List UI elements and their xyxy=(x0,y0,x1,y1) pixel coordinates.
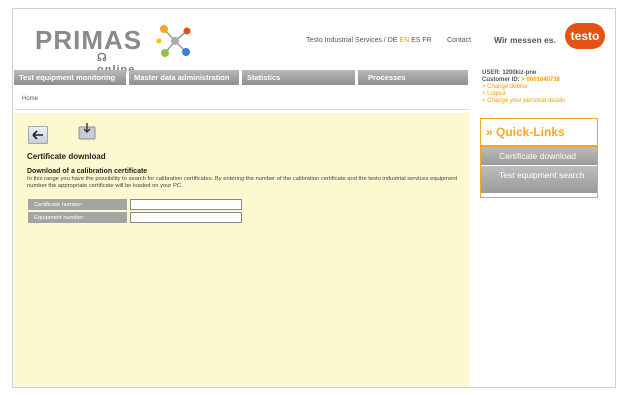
quick-link-test-equipment-search[interactable]: Test equipment search xyxy=(481,166,597,194)
quick-links-panel: » Quick-Links Certificate download Test … xyxy=(480,118,598,198)
logo-main-text: PRIMAS xyxy=(35,25,143,55)
equipment-number-row: Equipment number: xyxy=(28,212,242,224)
equipment-number-label: Equipment number: xyxy=(28,212,127,224)
equipment-number-input[interactable] xyxy=(130,212,242,223)
logout-link[interactable]: > Logout xyxy=(482,91,565,98)
section-title: Download of a calibration certificate xyxy=(27,168,148,175)
download-button[interactable] xyxy=(78,122,96,140)
certificate-number-input[interactable] xyxy=(130,199,242,210)
divider xyxy=(14,109,470,110)
lang-fr[interactable]: FR xyxy=(422,37,431,44)
quick-link-certificate-download[interactable]: Certificate download xyxy=(481,147,597,166)
change-debitor-link[interactable]: > Change debitor xyxy=(482,84,565,91)
primas-logo[interactable]: PRIMAS ☊ online xyxy=(35,25,143,76)
testo-logo[interactable]: testo xyxy=(565,23,605,49)
lang-de[interactable]: DE xyxy=(388,37,398,44)
user-name: USER: 1200kiz-prw xyxy=(482,70,537,76)
certificate-number-label: Certificate number: xyxy=(28,199,127,211)
change-details-link[interactable]: > Change your personal details xyxy=(482,98,565,105)
slogan: Wir messen es. xyxy=(494,35,556,45)
lang-es[interactable]: ES xyxy=(411,37,420,44)
menu-test-equipment-monitoring[interactable]: Test equipment monitoring xyxy=(14,70,126,85)
certificate-number-row: Certificate number: xyxy=(28,199,242,211)
menu-processes[interactable]: Processes xyxy=(358,70,468,85)
customer-id-row: Customer ID: > 0001040738 xyxy=(482,77,560,83)
nav-company-link[interactable]: Testo Industrial Services / xyxy=(306,37,386,44)
main-menu: Test equipment monitoring Master data ad… xyxy=(14,70,471,85)
customer-id-link[interactable]: > 0001040738 xyxy=(521,77,560,83)
contact-link[interactable]: Contact xyxy=(447,37,471,44)
quick-links-title: » Quick-Links xyxy=(481,119,597,147)
description-text: In this range you have the possibility t… xyxy=(27,176,458,189)
breadcrumb[interactable]: Home xyxy=(22,96,38,102)
back-arrow-icon xyxy=(32,130,43,140)
menu-statistics[interactable]: Statistics xyxy=(242,70,355,85)
user-info: USER: 1200kiz-prw Customer ID: > 0001040… xyxy=(482,70,565,105)
language-nav: Testo Industrial Services / DE EN ES FR xyxy=(306,37,432,44)
menu-master-data-administration[interactable]: Master data administration xyxy=(129,70,239,85)
lang-en[interactable]: EN xyxy=(399,37,409,44)
main-content: Certificate download Download of a calib… xyxy=(14,113,469,386)
back-button[interactable] xyxy=(28,126,48,144)
molecule-logo-icon xyxy=(156,25,191,57)
page-title: Certificate download xyxy=(27,152,106,161)
save-download-icon xyxy=(78,123,96,140)
